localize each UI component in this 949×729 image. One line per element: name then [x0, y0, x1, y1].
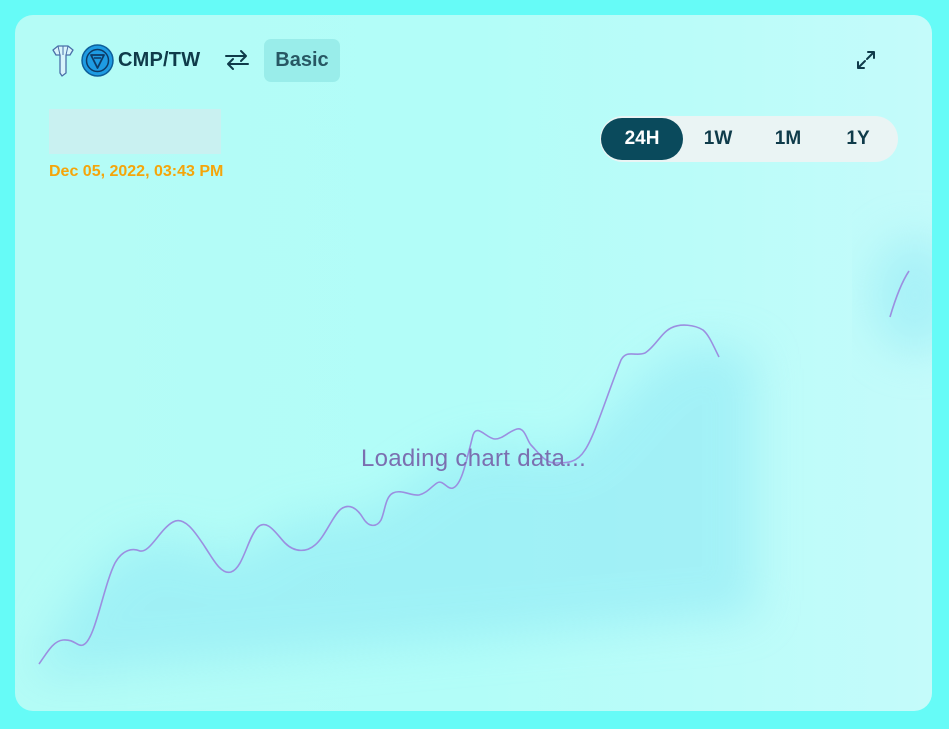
range-24h-button[interactable]: 24H: [601, 118, 683, 160]
cmp-token-icon: [49, 43, 77, 77]
chart-glow-right: [870, 235, 932, 355]
price-placeholder: [49, 109, 221, 154]
price-timestamp: Dec 05, 2022, 03:43 PM: [49, 163, 224, 180]
tw-token-icon: [81, 43, 114, 77]
pair-label: CMP/TW: [118, 48, 201, 71]
swap-arrows-icon[interactable]: [224, 47, 250, 73]
header: CMP/TW Basic: [49, 38, 340, 82]
mode-toggle-button[interactable]: Basic: [264, 38, 340, 82]
chart-glow: [37, 345, 755, 675]
time-range-selector: 24H 1W 1M 1Y: [600, 116, 898, 162]
chart-card: CMP/TW Basic Dec 05, 2022, 03:43 PM 24H …: [15, 15, 932, 711]
loading-message: Loading chart data...: [360, 445, 587, 472]
range-1w-button[interactable]: 1W: [683, 118, 753, 160]
range-1m-button[interactable]: 1M: [753, 118, 823, 160]
range-1y-button[interactable]: 1Y: [823, 118, 893, 160]
expand-icon[interactable]: [855, 49, 877, 71]
